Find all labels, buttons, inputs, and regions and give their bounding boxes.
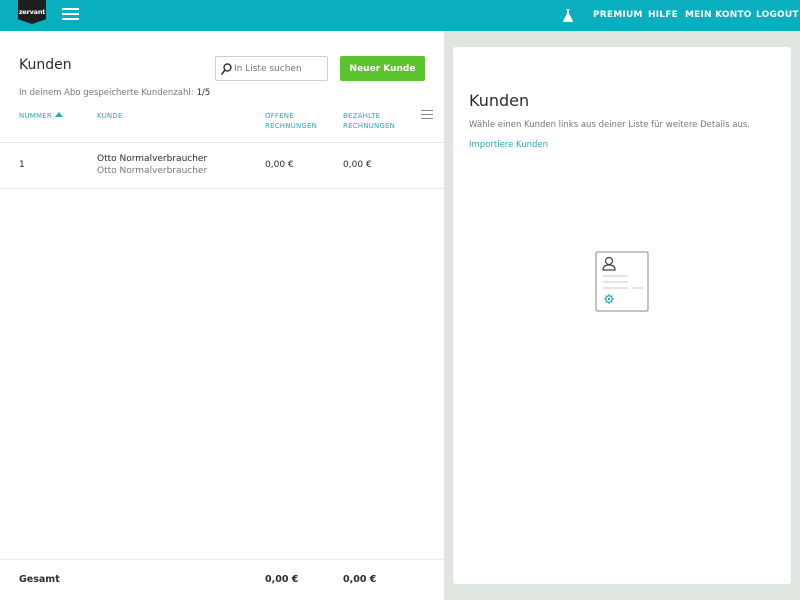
quota-value: 1/5 xyxy=(196,88,211,98)
column-header-paid-invoices[interactable]: BEZAHLTE RECHNUNGEN xyxy=(343,111,395,131)
customer-detail-panel: Kunden Wähle einen Kunden links aus dein… xyxy=(453,47,791,584)
table-divider xyxy=(0,188,444,189)
quota-label: In deinem Abo gespeicherte Kundenzahl: xyxy=(19,88,194,98)
detail-description: Wähle einen Kunden links aus deiner List… xyxy=(469,120,750,130)
cell-customer-contact: Otto Normalverbraucher xyxy=(97,166,208,176)
column-header-open-line2: RECHNUNGEN xyxy=(265,122,318,130)
footer-divider xyxy=(0,559,444,560)
column-header-paid-line1: BEZAHLTE xyxy=(343,112,381,120)
footer-total-label: Gesamt xyxy=(19,574,60,585)
top-bar: zervant PREMIUM HILFE MEIN KONTO LOGOUT xyxy=(0,0,800,31)
column-header-customer[interactable]: KUNDE xyxy=(97,111,123,121)
detail-title: Kunden xyxy=(469,91,530,110)
cell-customer-name: Otto Normalverbraucher xyxy=(97,154,208,164)
column-menu-icon[interactable] xyxy=(421,110,433,122)
contact-card-icon xyxy=(595,251,649,312)
cell-number: 1 xyxy=(19,160,25,170)
column-header-paid-line2: RECHNUNGEN xyxy=(343,122,396,130)
search-box[interactable] xyxy=(215,56,328,81)
search-input[interactable] xyxy=(234,61,324,77)
search-icon xyxy=(221,63,232,75)
cell-open-invoices: 0,00 € xyxy=(265,160,294,170)
cell-paid-invoices: 0,00 € xyxy=(343,160,372,170)
nav-logout[interactable]: LOGOUT xyxy=(756,0,799,31)
logo-text: zervant xyxy=(18,8,46,16)
column-header-open-line1: OFFENE xyxy=(265,112,294,120)
nav-help[interactable]: HILFE xyxy=(648,0,678,31)
footer-paid-total: 0,00 € xyxy=(343,574,377,585)
nav-premium[interactable]: PREMIUM xyxy=(593,0,643,31)
hamburger-menu-icon[interactable] xyxy=(62,8,79,20)
table-row[interactable]: 1 Otto Normalverbraucher Otto Normalverb… xyxy=(0,143,444,189)
column-header-number[interactable]: NUMMER xyxy=(19,111,63,121)
new-customer-button[interactable]: Neuer Kunde xyxy=(340,56,425,81)
import-customers-link[interactable]: Importiere Kunden xyxy=(469,140,548,150)
footer-open-total: 0,00 € xyxy=(265,574,299,585)
customer-list-panel: Kunden Neuer Kunde In deinem Abo gespeic… xyxy=(0,31,444,600)
customer-quota: In deinem Abo gespeicherte Kundenzahl: 1/… xyxy=(19,88,210,98)
zervant-logo[interactable]: zervant xyxy=(18,0,46,24)
page-title: Kunden xyxy=(19,57,72,73)
column-header-open-invoices[interactable]: OFFENE RECHNUNGEN xyxy=(265,111,317,131)
sort-ascending-icon xyxy=(54,112,63,117)
column-header-number-label: NUMMER xyxy=(19,112,52,120)
flask-icon[interactable] xyxy=(563,9,573,22)
nav-account[interactable]: MEIN KONTO xyxy=(685,0,752,31)
